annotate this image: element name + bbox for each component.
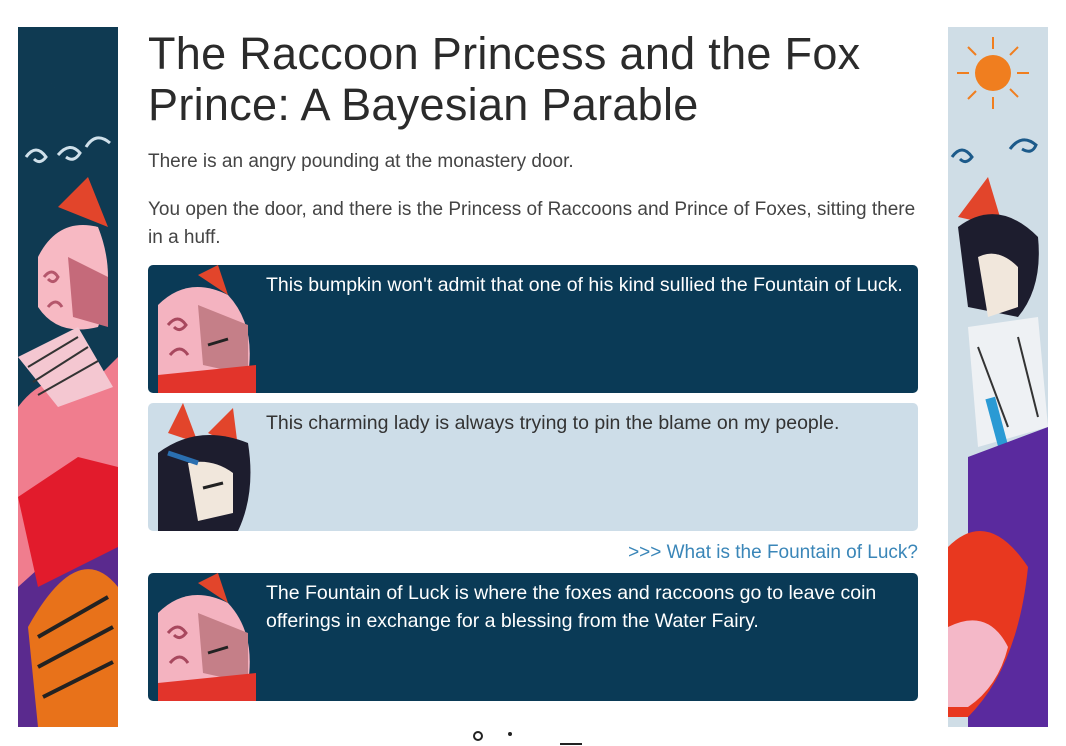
dialogue-text: This charming lady is always trying to p… bbox=[266, 412, 840, 434]
moon-icon bbox=[47, 37, 96, 103]
dialogue-bubble-fox: This charming lady is always trying to p… bbox=[148, 403, 918, 531]
narration-line-2: You open the door, and there is the Prin… bbox=[148, 199, 916, 248]
story-content: The Raccoon Princess and the Fox Prince:… bbox=[148, 28, 918, 701]
page-title: The Raccoon Princess and the Fox Prince:… bbox=[148, 28, 861, 130]
raccoon-princess-banner bbox=[18, 27, 118, 727]
raccoon-princess-portrait-icon bbox=[158, 573, 256, 701]
dialogue-text: This bumpkin won't admit that one of his… bbox=[266, 274, 903, 296]
narration-line-1: There is an angry pounding at the monast… bbox=[148, 151, 574, 172]
sun-icon bbox=[975, 55, 1011, 91]
decorative-ornament-icon bbox=[473, 731, 582, 745]
fox-prince-portrait-icon bbox=[158, 403, 256, 531]
dialogue-text: The Fountain of Luck is where the foxes … bbox=[266, 582, 877, 632]
dialogue-bubble-raccoon: This bumpkin won't admit that one of his… bbox=[148, 265, 918, 393]
choice-link-fountain-of-luck[interactable]: >>> What is the Fountain of Luck? bbox=[628, 542, 918, 564]
dialogue-bubble-raccoon: The Fountain of Luck is where the foxes … bbox=[148, 573, 918, 701]
fox-prince-banner bbox=[948, 27, 1048, 727]
raccoon-princess-portrait-icon bbox=[158, 265, 256, 393]
